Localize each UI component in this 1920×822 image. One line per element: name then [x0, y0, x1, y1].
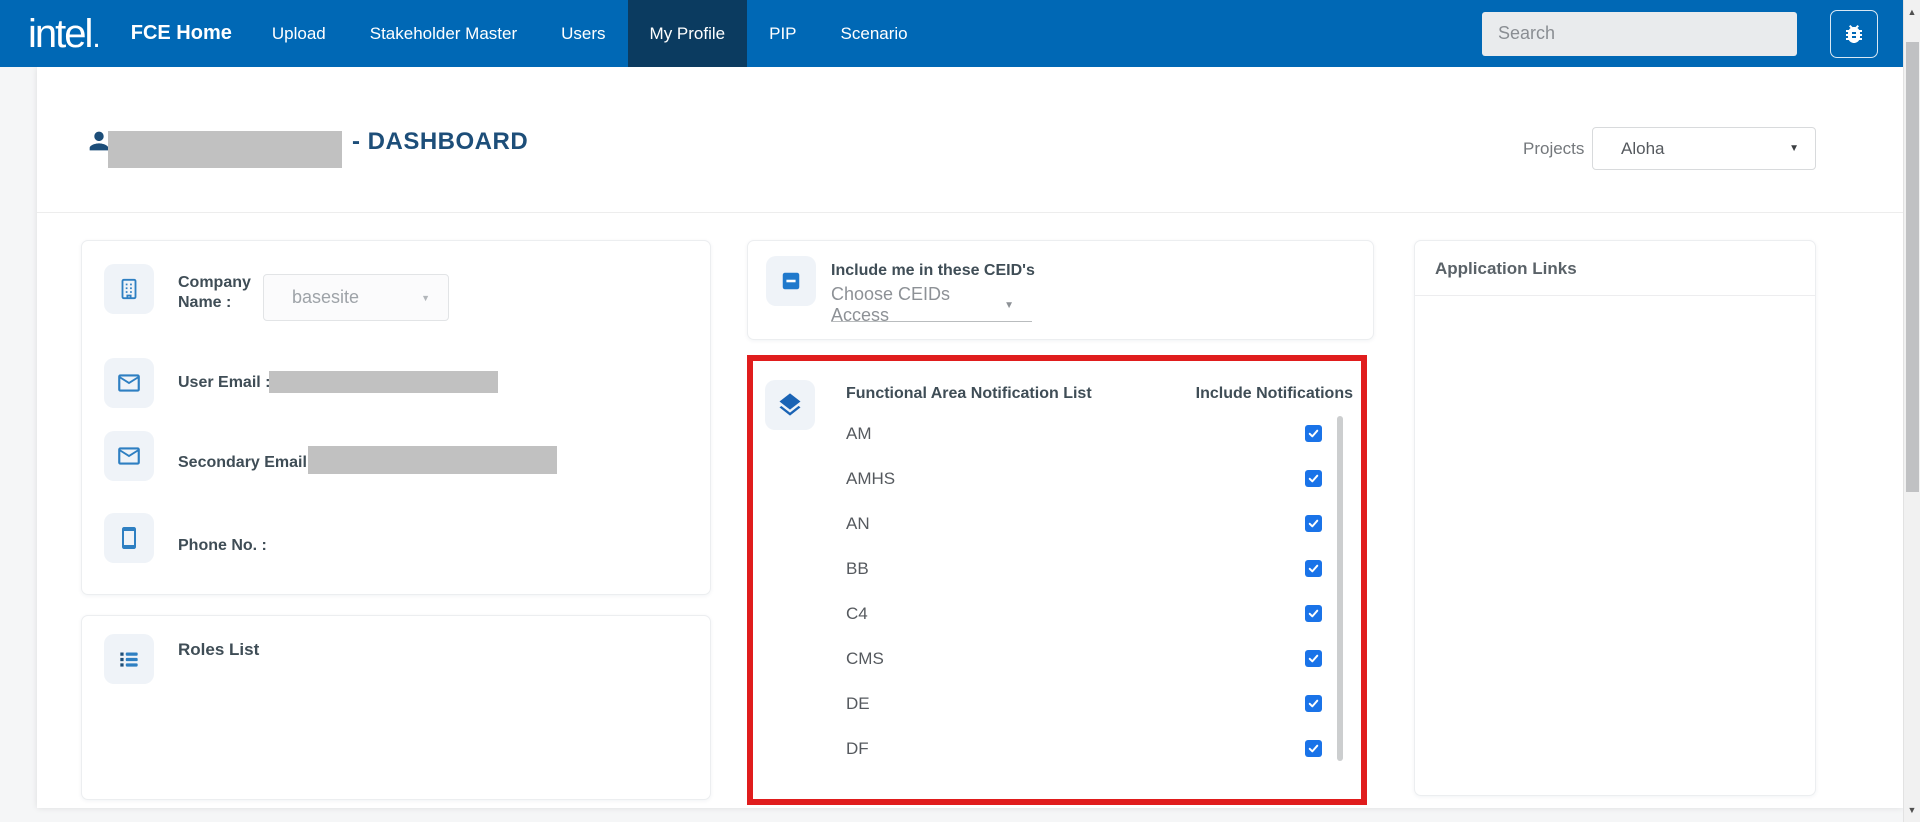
notification-row: AM: [753, 411, 1361, 456]
functional-area-label: BB: [846, 559, 869, 579]
building-icon-tile: [104, 264, 154, 314]
company-name-label: Company Name :: [178, 273, 270, 313]
smartphone-icon: [117, 526, 141, 550]
page-scrollbar-thumb[interactable]: [1906, 42, 1919, 492]
ceid-placeholder: Choose CEIDs Access: [831, 284, 1004, 326]
ceid-card: Include me in these CEID's Choose CEIDs …: [747, 240, 1374, 340]
redacted-secondary-email: [308, 446, 557, 474]
notifications-list-title: Functional Area Notification List: [846, 385, 1092, 403]
nav-item-users[interactable]: Users: [539, 0, 627, 67]
main-nav: UploadStakeholder MasterUsersMy ProfileP…: [250, 0, 930, 67]
roles-card: Roles List: [81, 615, 711, 800]
app-title[interactable]: FCE Home: [131, 22, 232, 45]
company-selected-value: basesite: [292, 287, 359, 308]
include-notification-checkbox[interactable]: [1305, 605, 1322, 622]
intel-logo[interactable]: intel .: [28, 14, 101, 54]
projects-label: Projects: [1523, 139, 1584, 159]
scroll-up-icon[interactable]: ▲: [1904, 7, 1920, 17]
chevron-down-icon: ▼: [421, 293, 430, 303]
notification-row: AN: [753, 501, 1361, 546]
mail-icon: [116, 370, 142, 396]
notification-row: AMHS: [753, 456, 1361, 501]
functional-area-label: CMS: [846, 649, 884, 669]
page: intel . FCE Home UploadStakeholder Maste…: [0, 0, 1920, 822]
chevron-down-icon: ▼: [1004, 300, 1014, 311]
ceid-title: Include me in these CEID's: [831, 261, 1035, 281]
nav-item-upload[interactable]: Upload: [250, 0, 348, 67]
include-notifications-header: Include Notifications: [1196, 385, 1353, 403]
checkbox-indeterminate-icon-tile: [766, 256, 816, 306]
include-notification-checkbox[interactable]: [1305, 695, 1322, 712]
nav-item-stakeholder-master[interactable]: Stakeholder Master: [348, 0, 539, 67]
roles-list-title: Roles List: [178, 640, 259, 660]
nav-item-my-profile[interactable]: My Profile: [628, 0, 748, 67]
notification-list: AM AMHS AN BB C4: [753, 411, 1361, 771]
checkmark-icon: [1307, 742, 1320, 755]
notification-row: DE: [753, 681, 1361, 726]
ceid-dropdown[interactable]: Choose CEIDs Access ▼: [831, 289, 1032, 322]
nav-item-scenario[interactable]: Scenario: [819, 0, 930, 67]
mail-icon: [116, 443, 142, 469]
functional-area-label: DF: [846, 739, 869, 759]
functional-area-label: DE: [846, 694, 870, 714]
page-scrollbar[interactable]: ▲ ▼: [1903, 0, 1920, 822]
include-notification-checkbox[interactable]: [1305, 560, 1322, 577]
checkmark-icon: [1307, 562, 1320, 575]
checkmark-icon: [1307, 472, 1320, 485]
building-icon: [116, 276, 142, 302]
application-links-card: Application Links: [1414, 240, 1816, 796]
projects-selected-value: Aloha: [1621, 139, 1664, 159]
main-content: - DASHBOARD Projects Aloha ▼: [37, 67, 1903, 808]
intel-logo-text: intel: [28, 14, 91, 54]
panel-scrollbar-thumb[interactable]: [1337, 416, 1343, 761]
smartphone-icon-tile: [104, 513, 154, 563]
notification-row: C4: [753, 591, 1361, 636]
list-icon: [116, 646, 142, 672]
mail-icon-tile: [104, 431, 154, 481]
search-input[interactable]: [1482, 12, 1797, 56]
bug-icon: [1842, 22, 1866, 46]
checkmark-icon: [1307, 697, 1320, 710]
include-notification-checkbox[interactable]: [1305, 740, 1322, 757]
divider: [1415, 295, 1815, 296]
nav-item-pip[interactable]: PIP: [747, 0, 818, 67]
notification-row: CMS: [753, 636, 1361, 681]
mail-icon-tile: [104, 358, 154, 408]
include-notification-checkbox[interactable]: [1305, 470, 1322, 487]
phone-label: Phone No. :: [178, 536, 267, 556]
redacted-user-name: [108, 131, 342, 168]
chevron-down-icon: ▼: [1789, 143, 1799, 154]
list-icon-tile: [104, 634, 154, 684]
checkmark-icon: [1307, 517, 1320, 530]
profile-card: Company Name : basesite ▼ User Email : S…: [81, 240, 711, 595]
projects-dropdown[interactable]: Aloha ▼: [1592, 127, 1816, 170]
page-title: - DASHBOARD: [352, 122, 528, 162]
bug-report-button[interactable]: [1830, 10, 1878, 58]
functional-area-label: AM: [846, 424, 872, 444]
include-notification-checkbox[interactable]: [1305, 650, 1322, 667]
functional-area-notifications-panel: Functional Area Notification List Includ…: [747, 355, 1367, 805]
checkmark-icon: [1307, 607, 1320, 620]
functional-area-label: AN: [846, 514, 870, 534]
redacted-user-email: [269, 371, 498, 393]
top-navbar: intel . FCE Home UploadStakeholder Maste…: [0, 0, 1903, 67]
user-email-label: User Email :: [178, 373, 270, 393]
notification-row: BB: [753, 546, 1361, 591]
scroll-down-icon[interactable]: ▼: [1904, 805, 1920, 815]
dashboard-header: - DASHBOARD Projects Aloha ▼: [37, 67, 1903, 213]
checkmark-icon: [1307, 652, 1320, 665]
functional-area-label: AMHS: [846, 469, 895, 489]
include-notification-checkbox[interactable]: [1305, 425, 1322, 442]
intel-logo-dot: .: [92, 23, 100, 53]
checkbox-indeterminate-icon: [780, 270, 802, 292]
include-notification-checkbox[interactable]: [1305, 515, 1322, 532]
secondary-email-label: Secondary Email :: [178, 453, 317, 473]
application-links-title: Application Links: [1435, 259, 1577, 279]
functional-area-label: C4: [846, 604, 868, 624]
company-name-dropdown[interactable]: basesite ▼: [263, 274, 449, 321]
checkmark-icon: [1307, 427, 1320, 440]
notification-row: DF: [753, 726, 1361, 771]
